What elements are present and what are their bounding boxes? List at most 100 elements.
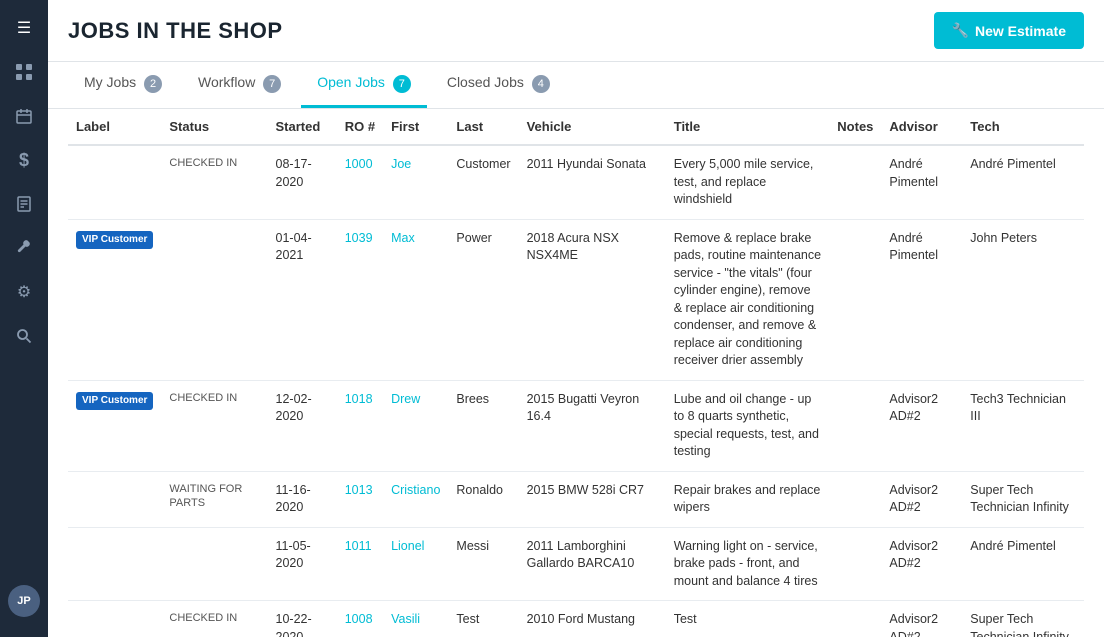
cell-started: 10-22-2020 — [268, 601, 337, 637]
cell-label: VIP Customer — [68, 219, 161, 380]
ro-link[interactable]: 1013 — [345, 483, 373, 497]
cell-tech: Super Tech Technician Infinity — [962, 471, 1084, 527]
ro-link[interactable]: 1011 — [345, 539, 372, 553]
table-row: CHECKED IN08-17-20201000JoeCustomer2011 … — [68, 145, 1084, 219]
cell-ro[interactable]: 1018 — [337, 380, 383, 471]
page-title: JOBS IN THE SHOP — [68, 18, 283, 44]
cell-ro[interactable]: 1008 — [337, 601, 383, 637]
avatar[interactable]: JP — [8, 585, 40, 617]
cell-advisor: Advisor2 AD#2 — [881, 601, 962, 637]
col-advisor: Advisor — [881, 109, 962, 145]
cell-tech: André Pimentel — [962, 145, 1084, 219]
ro-link[interactable]: 1018 — [345, 392, 373, 406]
new-estimate-button[interactable]: 🔧 New Estimate — [934, 12, 1084, 49]
cell-label — [68, 527, 161, 601]
tab-workflow[interactable]: Workflow 7 — [182, 62, 297, 108]
cell-first[interactable]: Cristiano — [383, 471, 448, 527]
cell-title: Remove & replace brake pads, routine mai… — [666, 219, 830, 380]
cell-vehicle: 2010 Ford Mustang — [519, 601, 666, 637]
first-name-link[interactable]: Lionel — [391, 539, 424, 553]
cell-notes — [829, 219, 881, 380]
jobs-table-container: Label Status Started RO # First Last Veh… — [48, 109, 1104, 637]
first-name-link[interactable]: Vasili — [391, 612, 420, 626]
dollar-icon[interactable]: $ — [6, 142, 42, 178]
first-name-link[interactable]: Cristiano — [391, 483, 440, 497]
cell-first[interactable]: Joe — [383, 145, 448, 219]
ro-link[interactable]: 1000 — [345, 157, 373, 171]
cell-title: Warning light on - service, brake pads -… — [666, 527, 830, 601]
cell-first[interactable]: Max — [383, 219, 448, 380]
col-tech: Tech — [962, 109, 1084, 145]
col-last: Last — [448, 109, 518, 145]
table-row: VIP Customer CHECKED IN12-02-2020 1018 Drew… — [68, 380, 1084, 471]
cell-ro[interactable]: 1000 — [337, 145, 383, 219]
cell-notes — [829, 601, 881, 637]
cell-first[interactable]: Drew — [383, 380, 448, 471]
calendar-icon[interactable] — [6, 98, 42, 134]
cell-first[interactable]: Lionel — [383, 527, 448, 601]
cell-started: 12-02-2020 — [268, 380, 337, 471]
tabs-container: My Jobs 2 Workflow 7 Open Jobs 7 Closed … — [48, 62, 1104, 109]
cell-vehicle: 2011 Lamborghini Gallardo BARCA10 — [519, 527, 666, 601]
cell-ro[interactable]: 1013 — [337, 471, 383, 527]
document-icon[interactable] — [6, 186, 42, 222]
col-notes: Notes — [829, 109, 881, 145]
settings-icon[interactable]: ⚙ — [6, 274, 42, 310]
search-icon[interactable] — [6, 318, 42, 354]
cell-started: 11-05-2020 — [268, 527, 337, 601]
first-name-link[interactable]: Max — [391, 231, 415, 245]
cell-last: Ronaldo — [448, 471, 518, 527]
open-jobs-badge: 7 — [393, 75, 411, 93]
cell-advisor: Advisor2 AD#2 — [881, 380, 962, 471]
cell-last: Test — [448, 601, 518, 637]
col-title: Title — [666, 109, 830, 145]
cell-status: CHECKED IN — [161, 145, 267, 219]
ro-link[interactable]: 1008 — [345, 612, 373, 626]
cell-first[interactable]: Vasili — [383, 601, 448, 637]
my-jobs-badge: 2 — [144, 75, 162, 93]
table-row: VIP Customer01-04-20211039MaxPower2018 A… — [68, 219, 1084, 380]
table-header-row: Label Status Started RO # First Last Veh… — [68, 109, 1084, 145]
jobs-tbody: CHECKED IN08-17-20201000JoeCustomer2011 … — [68, 145, 1084, 637]
cell-last: Brees — [448, 380, 518, 471]
cell-advisor: André Pimentel — [881, 219, 962, 380]
table-row: WAITING FOR PARTS11-16-20201013Cristiano… — [68, 471, 1084, 527]
vip-badge: VIP Customer — [76, 392, 153, 410]
cell-vehicle: 2011 Hyundai Sonata — [519, 145, 666, 219]
tab-my-jobs[interactable]: My Jobs 2 — [68, 62, 178, 108]
closed-jobs-badge: 4 — [532, 75, 550, 93]
cell-ro[interactable]: 1039 — [337, 219, 383, 380]
workflow-badge: 7 — [263, 75, 281, 93]
cell-title: Every 5,000 mile service, test, and repl… — [666, 145, 830, 219]
menu-icon[interactable]: ☰ — [6, 10, 42, 46]
wrench-small-icon: 🔧 — [952, 22, 969, 39]
cell-tech: Tech3 Technician III — [962, 380, 1084, 471]
cell-status — [161, 219, 267, 380]
wrench-icon[interactable] — [6, 230, 42, 266]
first-name-link[interactable]: Joe — [391, 157, 411, 171]
cell-status: CHECKED IN — [161, 380, 267, 471]
header: JOBS IN THE SHOP 🔧 New Estimate — [48, 0, 1104, 62]
cell-advisor: Advisor2 AD#2 — [881, 527, 962, 601]
col-status: Status — [161, 109, 267, 145]
cell-label — [68, 145, 161, 219]
first-name-link[interactable]: Drew — [391, 392, 420, 406]
cell-label: VIP Customer — [68, 380, 161, 471]
cell-status: CHECKED IN — [161, 601, 267, 637]
tab-closed-jobs[interactable]: Closed Jobs 4 — [431, 62, 566, 108]
tab-open-jobs[interactable]: Open Jobs 7 — [301, 62, 427, 108]
col-vehicle: Vehicle — [519, 109, 666, 145]
vip-badge: VIP Customer — [76, 231, 153, 249]
cell-advisor: Advisor2 AD#2 — [881, 471, 962, 527]
table-row: 11-05-2020 1011 Lionel Messi2011 Lamborghin… — [68, 527, 1084, 601]
dashboard-icon[interactable] — [6, 54, 42, 90]
cell-tech: André Pimentel — [962, 527, 1084, 601]
cell-advisor: André Pimentel — [881, 145, 962, 219]
cell-last: Messi — [448, 527, 518, 601]
cell-last: Power — [448, 219, 518, 380]
cell-status: WAITING FOR PARTS — [161, 471, 267, 527]
cell-ro[interactable]: 1011 — [337, 527, 383, 601]
ro-link[interactable]: 1039 — [345, 231, 373, 245]
cell-label — [68, 601, 161, 637]
cell-vehicle: 2015 Bugatti Veyron 16.4 — [519, 380, 666, 471]
